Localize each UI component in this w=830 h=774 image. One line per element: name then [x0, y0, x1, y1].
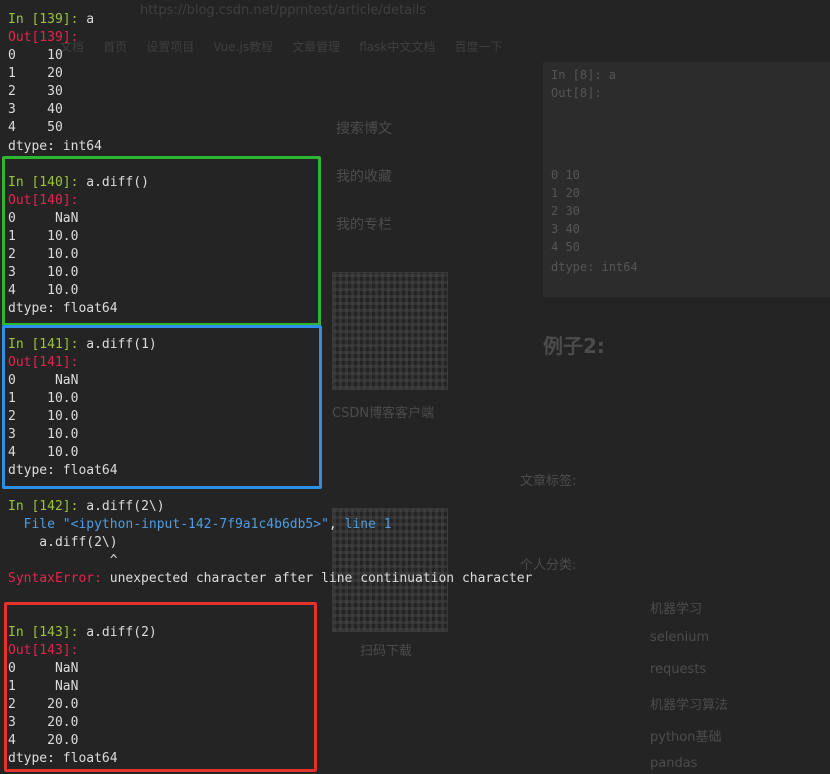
output-row: 2 30	[8, 84, 63, 99]
code-preview-line: 0 10	[551, 168, 580, 182]
traceback-file-name: "<ipython-input-142-7f9a1c4b6db5>"	[62, 517, 329, 532]
code-preview-line: 2 30	[551, 204, 580, 218]
blue-highlight-box	[2, 325, 322, 489]
output-row: 1 20	[8, 66, 63, 81]
code-preview-line: 4 50	[551, 240, 580, 254]
qr-code	[332, 272, 448, 390]
input-code: a	[86, 12, 95, 27]
input-line: In [139]: a	[8, 11, 94, 29]
sidebar-link: 我的专栏	[336, 217, 392, 233]
traceback-code-line: a.diff(2\)	[8, 535, 118, 550]
code-preview-line: dtype: int64	[551, 260, 638, 274]
in-prompt: In [142]:	[8, 499, 87, 514]
address-bar: https://blog.csdn.net/ppmtest/article/de…	[140, 3, 427, 18]
category-item: pandas	[650, 756, 698, 771]
category-item: selenium	[650, 630, 710, 645]
green-highlight-box	[2, 156, 321, 326]
input-line: In [142]: a.diff(2\)	[8, 498, 165, 516]
section-title: 例子2:	[543, 334, 605, 358]
output-row: 3 40	[8, 102, 63, 117]
code-preview-block: In [8]: a Out[8]: 0 10 1 20 2 30 3 40 4 …	[543, 62, 830, 297]
traceback-line-number: line 1	[344, 517, 392, 532]
error-type: SyntaxError:	[8, 571, 102, 586]
output-row: 0 10	[8, 48, 63, 63]
bookmark-item: 设置项目	[146, 40, 195, 54]
traceback-separator: ,	[328, 517, 345, 532]
bookmark-bar: 文档 首页 设置项目 Vue.js教程 文章管理 flask中文文档 百度一下	[60, 38, 502, 55]
category-item: 机器学习算法	[650, 698, 729, 713]
syntax-error-line: SyntaxError: unexpected character after …	[8, 570, 532, 588]
bookmark-item: flask中文文档	[359, 40, 436, 54]
traceback-caret: ^	[8, 553, 118, 568]
output-dtype: dtype: int64	[8, 139, 102, 154]
red-highlight-box	[4, 602, 317, 772]
category-item: python基础	[650, 730, 722, 745]
qr-caption: 扫码下载	[360, 644, 413, 659]
out-prompt: Out[139]:	[8, 30, 79, 45]
code-preview-line: Out[8]:	[551, 86, 602, 100]
sidebar-link: 我的收藏	[336, 169, 392, 185]
error-message: unexpected character after line continua…	[101, 571, 533, 586]
bookmark-item: Vue.js教程	[213, 40, 274, 54]
in-prompt: In [139]:	[8, 12, 87, 27]
traceback-file-line: File "<ipython-input-142-7f9a1c4b6db5>",…	[8, 516, 392, 534]
output-row: 4 50	[8, 120, 63, 135]
code-preview-line: In [8]: a	[551, 68, 617, 82]
input-code: a.diff(2\)	[86, 499, 165, 514]
category-item: requests	[650, 662, 707, 677]
bookmark-item: 首页	[103, 40, 128, 54]
qr-caption: CSDN博客客户端	[332, 406, 435, 421]
traceback-file-prefix: File	[8, 517, 63, 532]
bookmark-item: 百度一下	[454, 40, 503, 54]
code-preview-line: 3 40	[551, 222, 580, 236]
bookmark-item: 文章管理	[292, 40, 341, 54]
sidebar-link: 搜索博文	[336, 121, 392, 137]
category-item: 机器学习	[650, 602, 703, 617]
article-tags-label: 文章标签:	[520, 474, 577, 489]
code-preview-line: 1 20	[551, 186, 580, 200]
